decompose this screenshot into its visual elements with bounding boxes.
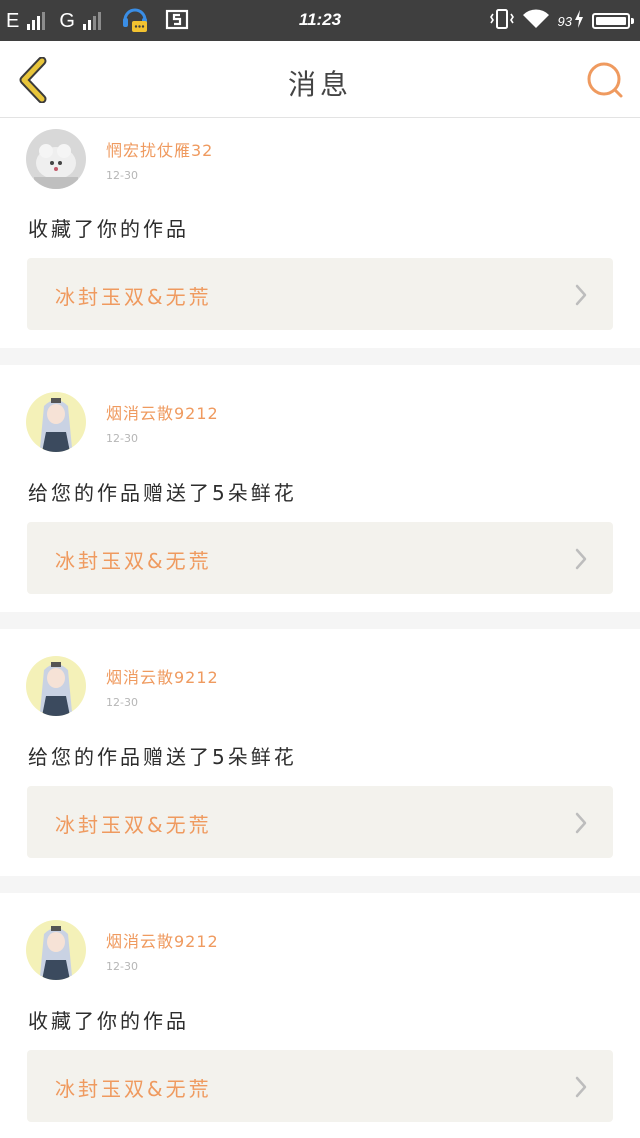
avatar[interactable] [26, 920, 86, 980]
status-bar: E G 11:23 93 [0, 0, 640, 41]
charging-icon [574, 10, 584, 32]
work-title: 冰封玉双&无荒 [55, 1077, 212, 1101]
message-username[interactable]: 惘宏扰仗雁32 [106, 137, 213, 161]
page-title: 消息 [287, 68, 352, 101]
work-link[interactable]: 冰封玉双&无荒 [27, 1050, 613, 1122]
battery-percent: 93 [557, 13, 572, 29]
message-username[interactable]: 烟消云散9212 [106, 928, 219, 952]
message-action: 收藏了你的作品 [28, 1009, 189, 1033]
chevron-right-icon [575, 284, 587, 306]
work-title: 冰封玉双&无荒 [55, 813, 212, 837]
separator [0, 612, 640, 629]
avatar[interactable] [26, 129, 86, 189]
battery-icon [592, 13, 634, 29]
wifi-icon [522, 8, 550, 34]
message-card: 惘宏扰仗雁32 12-30 收藏了你的作品 冰封玉双&无荒 [0, 119, 640, 348]
message-card: 烟消云散9212 12-30 给您的作品赠送了5朵鲜花 冰封玉双&无荒 [0, 365, 640, 612]
work-title: 冰封玉双&无荒 [55, 549, 212, 573]
chevron-right-icon [575, 1076, 587, 1098]
message-card: 烟消云散9212 12-30 给您的作品赠送了5朵鲜花 冰封玉双&无荒 [0, 629, 640, 876]
vibrate-icon [489, 8, 514, 34]
work-link[interactable]: 冰封玉双&无荒 [27, 258, 613, 330]
message-date: 12-30 [106, 432, 138, 445]
status-right: 93 [489, 8, 634, 34]
message-date: 12-30 [106, 169, 138, 182]
separator [0, 348, 640, 365]
message-action: 给您的作品赠送了5朵鲜花 [28, 745, 297, 769]
avatar[interactable] [26, 392, 86, 452]
message-date: 12-30 [106, 696, 138, 709]
chevron-right-icon [575, 812, 587, 834]
message-date: 12-30 [106, 960, 138, 973]
search-icon[interactable] [584, 59, 626, 101]
message-username[interactable]: 烟消云散9212 [106, 664, 219, 688]
work-link[interactable]: 冰封玉双&无荒 [27, 522, 613, 594]
avatar[interactable] [26, 656, 86, 716]
message-card: 烟消云散9212 12-30 收藏了你的作品 冰封玉双&无荒 [0, 893, 640, 1138]
separator [0, 876, 640, 893]
message-action: 给您的作品赠送了5朵鲜花 [28, 481, 297, 505]
chevron-right-icon [575, 548, 587, 570]
work-link[interactable]: 冰封玉双&无荒 [27, 786, 613, 858]
message-username[interactable]: 烟消云散9212 [106, 400, 219, 424]
message-action: 收藏了你的作品 [28, 217, 189, 241]
work-title: 冰封玉双&无荒 [55, 285, 212, 309]
nav-bar: 消息 [0, 41, 640, 118]
